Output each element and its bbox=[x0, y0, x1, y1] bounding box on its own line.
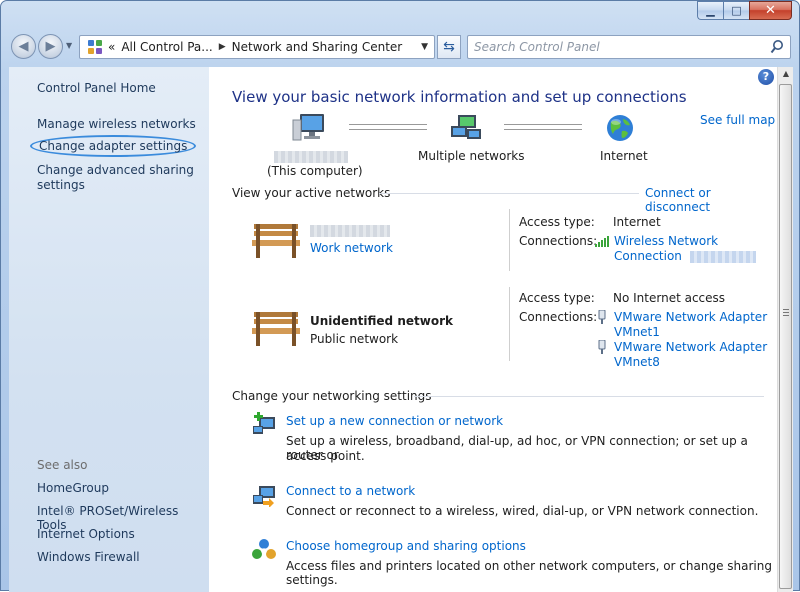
breadcrumb-network-sharing-center[interactable]: Network and Sharing Center bbox=[232, 40, 403, 54]
sidebar-item-manage-wireless[interactable]: Manage wireless networks bbox=[37, 117, 196, 131]
vmnet1-adapter-link[interactable]: VMware Network Adapter bbox=[614, 310, 767, 324]
arrow-right-icon: ▶ bbox=[45, 39, 56, 54]
this-computer-label: (This computer) bbox=[267, 164, 363, 178]
control-panel-icon bbox=[86, 38, 104, 56]
minimize-button[interactable]: ▁ bbox=[697, 1, 723, 20]
recent-pages-dropdown[interactable]: ▼ bbox=[66, 41, 72, 50]
main-content: ? View your basic network information an… bbox=[209, 67, 777, 592]
sidebar: Control Panel Home Manage wireless netwo… bbox=[9, 67, 209, 592]
forward-button[interactable]: ▶ bbox=[38, 34, 63, 59]
setup-connection-link[interactable]: Set up a new connection or network bbox=[286, 414, 503, 428]
navigation-bar: ◀ ▶ ▼ « All Control Pa... ▶ Network and … bbox=[9, 33, 791, 61]
search-box[interactable] bbox=[467, 35, 791, 59]
change-settings-heading: Change your networking settings bbox=[232, 389, 432, 403]
sidebar-item-change-advanced-sharing-cont[interactable]: settings bbox=[37, 178, 85, 192]
back-button[interactable]: ◀ bbox=[11, 34, 36, 59]
refresh-button[interactable]: ⇆ bbox=[437, 35, 461, 59]
sidebar-control-panel-home[interactable]: Control Panel Home bbox=[37, 81, 156, 95]
scroll-up-icon[interactable]: ▲ bbox=[778, 69, 794, 85]
map-connector-1 bbox=[349, 124, 427, 130]
network1-access-type-label: Access type: bbox=[519, 215, 595, 229]
address-dropdown-icon[interactable]: ▼ bbox=[421, 42, 428, 52]
network1-access-type-value: Internet bbox=[613, 215, 661, 229]
homegroup-icon bbox=[252, 539, 276, 559]
see-full-map-link[interactable]: See full map bbox=[700, 113, 775, 127]
see-also-homegroup[interactable]: HomeGroup bbox=[37, 481, 109, 495]
close-button[interactable]: ✕ bbox=[749, 1, 792, 20]
page-title: View your basic network information and … bbox=[232, 88, 687, 106]
see-also-internet-options[interactable]: Internet Options bbox=[37, 527, 135, 541]
search-input[interactable] bbox=[468, 36, 758, 58]
work-network-link[interactable]: Work network bbox=[310, 241, 393, 255]
see-also-heading: See also bbox=[37, 458, 88, 472]
arrow-left-icon: ◀ bbox=[18, 39, 29, 54]
help-icon[interactable]: ? bbox=[758, 69, 774, 85]
scrollbar-thumb[interactable] bbox=[779, 84, 792, 589]
homegroup-sharing-desc: Access files and printers located on oth… bbox=[286, 559, 772, 587]
homegroup-sharing-link[interactable]: Choose homegroup and sharing options bbox=[286, 539, 526, 553]
breadcrumb-separator-icon[interactable]: ▶ bbox=[219, 42, 226, 52]
computer-icon bbox=[292, 114, 324, 141]
unidentified-network-name: Unidentified network bbox=[310, 314, 453, 328]
connect-to-network-link[interactable]: Connect to a network bbox=[286, 484, 415, 498]
vmnet1-adapter-link-cont[interactable]: VMnet1 bbox=[614, 325, 660, 339]
computer-name-redacted bbox=[274, 149, 348, 163]
caption-buttons: ▁ □ ✕ bbox=[697, 1, 792, 20]
breadcrumb-overflow[interactable]: « bbox=[108, 40, 115, 54]
connect-to-network-desc: Connect or reconnect to a wireless, wire… bbox=[286, 504, 759, 518]
globe-icon bbox=[607, 115, 633, 141]
network1-divider bbox=[509, 209, 510, 271]
maximize-button[interactable]: □ bbox=[723, 1, 749, 20]
ethernet-icon bbox=[598, 310, 606, 324]
window-frame: ▁ □ ✕ ◀ ▶ ▼ « All Control Pa... ▶ Networ… bbox=[0, 0, 800, 592]
new-connection-icon bbox=[253, 412, 275, 434]
wireless-connection-link-cont[interactable]: Connection bbox=[614, 249, 756, 263]
see-also-windows-firewall[interactable]: Windows Firewall bbox=[37, 550, 140, 564]
wireless-connection-link[interactable]: Wireless Network bbox=[614, 234, 718, 248]
sidebar-item-change-advanced-sharing[interactable]: Change advanced sharing bbox=[37, 163, 194, 177]
network2-divider bbox=[509, 287, 510, 361]
refresh-icon: ⇆ bbox=[443, 39, 455, 55]
wifi-signal-icon bbox=[595, 236, 609, 247]
section-divider bbox=[379, 193, 639, 194]
bench-icon-work bbox=[252, 224, 300, 258]
multiple-networks-icon bbox=[451, 115, 481, 139]
network-name-redacted bbox=[310, 223, 390, 237]
ethernet-icon bbox=[598, 340, 606, 354]
setup-connection-desc-cont: access point. bbox=[286, 449, 365, 463]
search-icon[interactable] bbox=[770, 39, 784, 55]
internet-label: Internet bbox=[600, 149, 648, 163]
network1-connections-label: Connections: bbox=[519, 234, 598, 248]
network2-connections-label: Connections: bbox=[519, 310, 598, 324]
vmnet8-adapter-link[interactable]: VMware Network Adapter bbox=[614, 340, 767, 354]
multiple-networks-label: Multiple networks bbox=[418, 149, 525, 163]
active-networks-heading: View your active networks bbox=[232, 186, 391, 200]
connect-network-icon bbox=[253, 486, 275, 507]
address-bar[interactable]: « All Control Pa... ▶ Network and Sharin… bbox=[79, 35, 435, 59]
network2-access-type-label: Access type: bbox=[519, 291, 595, 305]
section-divider bbox=[414, 396, 764, 397]
connect-or-disconnect-link[interactable]: Connect or disconnect bbox=[645, 186, 777, 214]
vmnet8-adapter-link-cont[interactable]: VMnet8 bbox=[614, 355, 660, 369]
vertical-scrollbar[interactable]: ▲ bbox=[777, 67, 793, 592]
breadcrumb-all-control-panel[interactable]: All Control Pa... bbox=[121, 40, 212, 54]
map-connector-2 bbox=[504, 124, 582, 130]
network2-access-type-value: No Internet access bbox=[613, 291, 726, 305]
public-network-label: Public network bbox=[310, 332, 399, 346]
bench-icon-public bbox=[252, 312, 300, 346]
sidebar-item-change-adapter-settings[interactable]: Change adapter settings bbox=[30, 135, 197, 157]
